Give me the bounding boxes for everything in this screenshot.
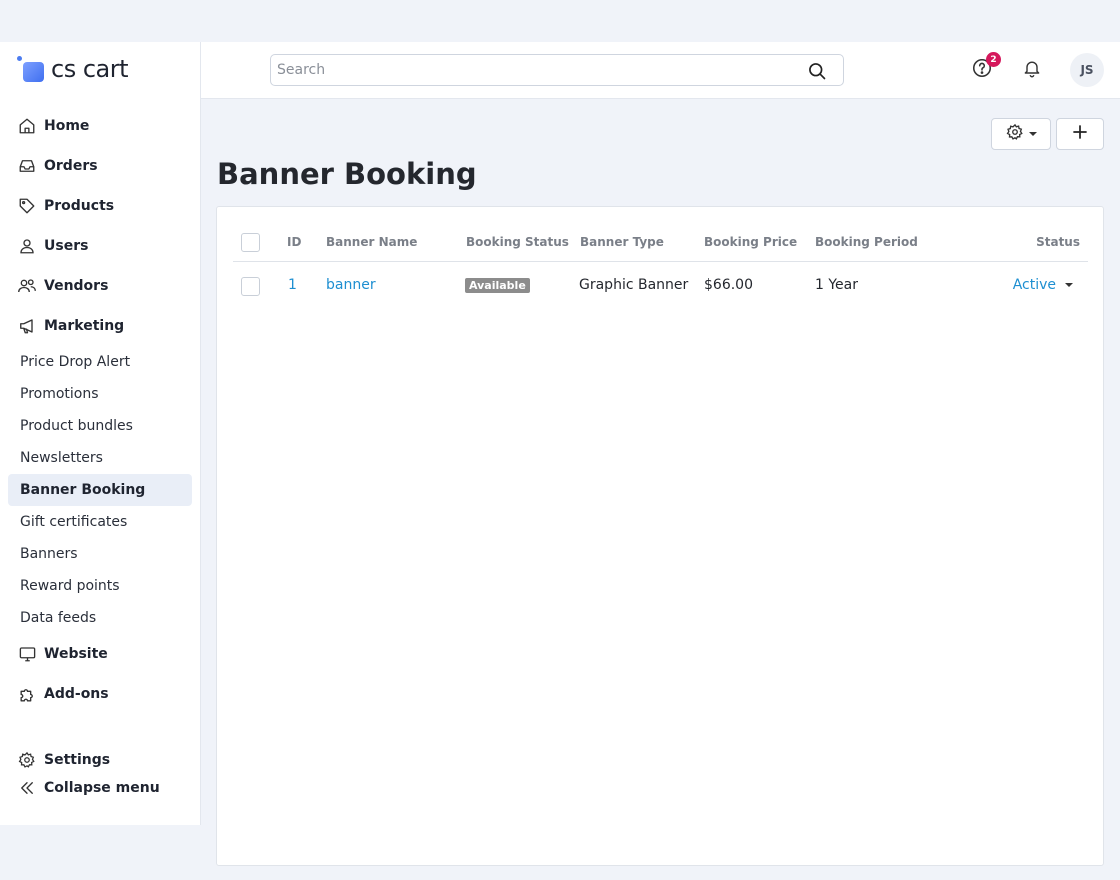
sidebar-item-label: Add-ons: [44, 686, 109, 702]
sidebar-subitem-promotions[interactable]: Promotions: [8, 378, 192, 410]
tag-icon: [16, 195, 38, 217]
sidebar-item-products[interactable]: Products: [8, 190, 192, 222]
settings-dropdown-button[interactable]: [991, 118, 1051, 150]
sidebar-subitem-banner-booking[interactable]: Banner Booking: [8, 474, 192, 506]
logo-text: cs cart: [51, 55, 129, 83]
sidebar-item-users[interactable]: Users: [8, 230, 192, 262]
gear-icon: [1006, 123, 1024, 145]
sidebar-item-label: Products: [44, 198, 115, 214]
sidebar-item-marketing[interactable]: Marketing: [8, 310, 192, 342]
status-value: Active: [1012, 277, 1056, 293]
sidebar-item-addons[interactable]: Add-ons: [8, 678, 192, 710]
column-header-status[interactable]: Status: [1036, 235, 1080, 249]
puzzle-icon: [16, 683, 38, 705]
booking-price-cell: $66.00: [704, 277, 753, 293]
banner-name-link[interactable]: banner: [326, 277, 376, 293]
sidebar-subitem-gift-certificates[interactable]: Gift certificates: [8, 506, 192, 538]
top-header: 2 JS: [201, 42, 1120, 99]
home-icon: [16, 115, 38, 137]
sidebar-item-home[interactable]: Home: [8, 110, 192, 142]
sidebar-item-label: Vendors: [44, 278, 109, 294]
sidebar-subitem-product-bundles[interactable]: Product bundles: [8, 410, 192, 442]
search-input[interactable]: [271, 55, 791, 85]
status-dropdown[interactable]: Active: [1013, 277, 1073, 293]
sidebar-item-orders[interactable]: Orders: [8, 150, 192, 182]
sidebar-item-label: Users: [44, 238, 89, 254]
notifications-button[interactable]: [1019, 57, 1045, 83]
sidebar-item-label: Home: [44, 118, 90, 134]
column-header-id[interactable]: ID: [287, 235, 301, 249]
sidebar: cs cart Home Orders Products Users Vendo…: [0, 42, 201, 825]
logo-mark-icon: [16, 55, 46, 83]
plus-icon: [1072, 124, 1088, 144]
help-notification-badge: 2: [986, 52, 1001, 67]
sidebar-item-website[interactable]: Website: [8, 638, 192, 670]
column-header-booking-price[interactable]: Booking Price: [704, 235, 797, 249]
booking-status-badge: Available: [465, 278, 530, 293]
users-icon: [16, 275, 38, 297]
column-header-booking-status[interactable]: Booking Status: [466, 235, 569, 249]
sidebar-item-label: Settings: [44, 752, 111, 768]
sidebar-subitem-newsletters[interactable]: Newsletters: [8, 442, 192, 474]
column-header-banner-type[interactable]: Banner Type: [580, 235, 664, 249]
collapse-menu-button[interactable]: Collapse menu: [8, 772, 192, 804]
column-header-booking-period[interactable]: Booking Period: [815, 235, 918, 249]
column-header-banner-name[interactable]: Banner Name: [326, 235, 417, 249]
banner-booking-table: ID Banner Name Booking Status Banner Typ…: [216, 206, 1104, 866]
logo[interactable]: cs cart: [16, 54, 129, 84]
sidebar-item-label: Marketing: [44, 318, 125, 334]
banner-type-cell: Graphic Banner: [579, 277, 689, 293]
bell-icon: [1022, 58, 1042, 82]
megaphone-icon: [16, 315, 38, 337]
chevron-down-icon: [1028, 132, 1037, 136]
row-id-link[interactable]: 1: [288, 277, 297, 293]
collapse-menu-label: Collapse menu: [44, 780, 160, 796]
page-title: Banner Booking: [217, 157, 477, 191]
chevrons-left-icon: [16, 777, 38, 799]
user-avatar[interactable]: JS: [1070, 53, 1104, 87]
sidebar-subitem-data-feeds[interactable]: Data feeds: [8, 602, 192, 634]
sidebar-subitem-banners[interactable]: Banners: [8, 538, 192, 570]
user-icon: [16, 235, 38, 257]
sidebar-item-label: Website: [44, 646, 108, 662]
monitor-icon: [16, 643, 38, 665]
chevron-down-icon: [1065, 283, 1073, 287]
select-all-checkbox[interactable]: [241, 233, 260, 252]
sidebar-item-vendors[interactable]: Vendors: [8, 270, 192, 302]
sidebar-subitem-reward-points[interactable]: Reward points: [8, 570, 192, 602]
sidebar-subitem-price-drop-alert[interactable]: Price Drop Alert: [8, 346, 192, 378]
add-button[interactable]: [1056, 118, 1104, 150]
header-divider: [233, 261, 1088, 262]
search-icon[interactable]: [807, 61, 827, 85]
search-box: [270, 54, 844, 86]
booking-period-cell: 1 Year: [815, 277, 858, 293]
row-checkbox[interactable]: [241, 277, 260, 296]
inbox-icon: [16, 155, 38, 177]
help-button[interactable]: 2: [969, 52, 1001, 83]
sidebar-item-label: Orders: [44, 158, 98, 174]
gear-icon: [16, 749, 38, 771]
